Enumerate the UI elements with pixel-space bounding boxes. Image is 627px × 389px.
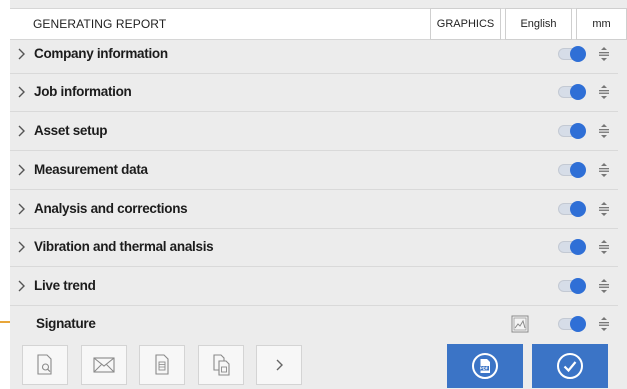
- section-label: Asset setup: [34, 123, 108, 138]
- section-label: Measurement data: [34, 162, 148, 177]
- drag-handle-icon[interactable]: [598, 84, 610, 100]
- bottom-toolbar: [10, 342, 627, 389]
- toggle-knob: [570, 46, 586, 62]
- copy-document-icon: [213, 354, 230, 376]
- drag-handle-icon[interactable]: [598, 239, 610, 255]
- section-toggle[interactable]: [558, 46, 588, 62]
- email-button[interactable]: [81, 345, 127, 385]
- accent-divider: [0, 321, 10, 323]
- preview-button[interactable]: [22, 345, 68, 385]
- section-toggle[interactable]: [558, 123, 588, 139]
- drag-handle-icon[interactable]: [598, 278, 610, 294]
- section-row-asset-setup[interactable]: Asset setup: [10, 113, 618, 151]
- section-label: Company information: [34, 46, 168, 61]
- copy-document-button[interactable]: [198, 345, 244, 385]
- image-icon[interactable]: [511, 315, 529, 333]
- toggle-knob: [570, 239, 586, 255]
- section-toggle[interactable]: [558, 201, 588, 217]
- chevron-right-icon[interactable]: [16, 46, 28, 62]
- section-row-job-information[interactable]: Job information: [10, 74, 618, 112]
- preview-icon: [37, 354, 52, 375]
- export-pdf-button[interactable]: [447, 344, 523, 388]
- section-row-measurement-data[interactable]: Measurement data: [10, 152, 618, 190]
- check-circle-icon: [557, 353, 583, 379]
- chevron-right-icon[interactable]: [16, 123, 28, 139]
- toggle-knob: [570, 316, 586, 332]
- section-toggle[interactable]: [558, 239, 588, 255]
- drag-handle-icon[interactable]: [598, 123, 610, 139]
- section-toggle[interactable]: [558, 162, 588, 178]
- pdf-icon: [472, 353, 498, 379]
- document-button[interactable]: [139, 345, 185, 385]
- chevron-right-icon[interactable]: [16, 84, 28, 100]
- section-toggle[interactable]: [558, 316, 588, 332]
- email-icon: [93, 357, 115, 373]
- drag-handle-icon[interactable]: [598, 316, 610, 332]
- section-label: Signature: [36, 316, 96, 331]
- chevron-right-icon[interactable]: [16, 162, 28, 178]
- drag-handle-icon[interactable]: [598, 201, 610, 217]
- next-button[interactable]: [256, 345, 302, 385]
- chevron-right-icon: [276, 359, 283, 371]
- section-toggle[interactable]: [558, 278, 588, 294]
- report-screen: GENERATING REPORT GRAPHICS English mm Co…: [10, 0, 627, 389]
- toggle-knob: [570, 84, 586, 100]
- section-row-analysis-and-corrections[interactable]: Analysis and corrections: [10, 191, 618, 229]
- document-icon: [155, 354, 169, 375]
- toggle-knob: [570, 201, 586, 217]
- drag-handle-icon[interactable]: [598, 46, 610, 62]
- section-toggle[interactable]: [558, 84, 588, 100]
- chevron-right-icon[interactable]: [16, 278, 28, 294]
- chevron-right-icon[interactable]: [16, 201, 28, 217]
- toggle-knob: [570, 278, 586, 294]
- section-label: Vibration and thermal analsis: [34, 239, 214, 254]
- toggle-knob: [570, 162, 586, 178]
- toggle-knob: [570, 123, 586, 139]
- section-label: Job information: [34, 84, 132, 99]
- section-row-signature[interactable]: Signature: [10, 306, 618, 344]
- page-title: GENERATING REPORT: [33, 17, 167, 31]
- section-row-company-information[interactable]: Company information: [10, 36, 618, 74]
- section-label: Analysis and corrections: [34, 201, 188, 216]
- section-label: Live trend: [34, 278, 96, 293]
- chevron-right-icon[interactable]: [16, 239, 28, 255]
- confirm-button[interactable]: [532, 344, 608, 388]
- section-row-vibration-and-thermal-analysis[interactable]: Vibration and thermal analsis: [10, 229, 618, 267]
- section-row-live-trend[interactable]: Live trend: [10, 268, 618, 306]
- drag-handle-icon[interactable]: [598, 162, 610, 178]
